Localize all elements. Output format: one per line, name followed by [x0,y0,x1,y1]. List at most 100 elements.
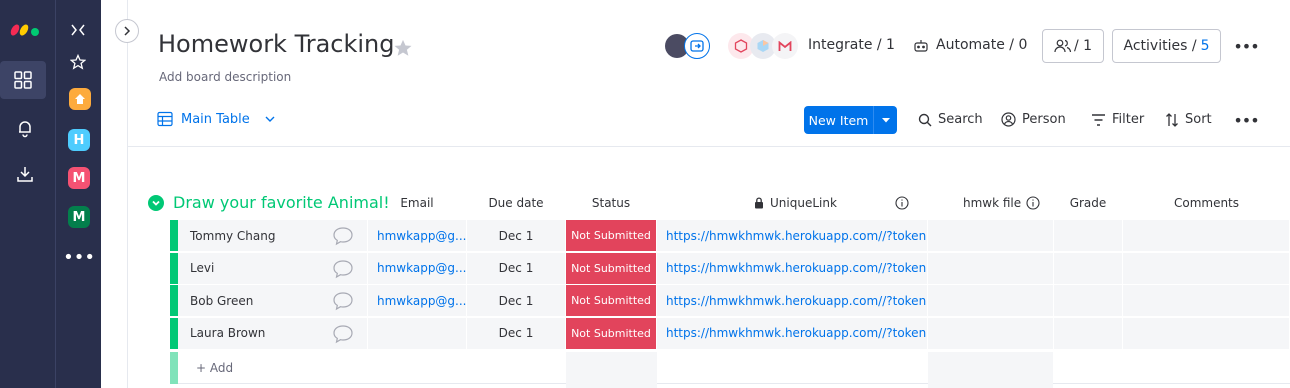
add-item-input[interactable]: + Add [196,361,233,375]
cell-grade[interactable] [1054,317,1123,350]
cell-email[interactable]: hmwkapp@g... [368,285,467,317]
cell-due[interactable]: Dec 1 [467,317,566,350]
cell-status[interactable]: Not Submitted [566,285,657,317]
board-description[interactable]: Add board description [159,70,291,84]
column-header-status[interactable]: Status [566,196,656,210]
toolbar-more-icon[interactable]: ••• [1233,110,1259,130]
info-icon[interactable] [895,196,909,210]
cell-email-value[interactable]: hmwkapp@g... [377,261,466,275]
cell-grade[interactable] [1054,220,1123,252]
collapse-rail-icon[interactable] [68,20,88,40]
info-icon[interactable] [1026,196,1040,210]
item-name[interactable]: Laura Brown [190,326,265,340]
cell-link[interactable]: https://hmwkhmwk.herokuapp.com//?token=4… [657,220,928,252]
cell-email[interactable]: hmwkapp@g... [368,252,467,285]
cell-link[interactable]: https://hmwkhmwk.herokuapp.com//?token=9… [657,317,928,350]
new-item-dropdown[interactable] [873,106,897,134]
cell-grade[interactable] [1054,285,1123,317]
integrate-button[interactable]: Integrate / 1 [808,37,895,53]
download-icon[interactable] [13,162,37,186]
cell-status[interactable]: Not Submitted [566,317,657,350]
cell-status-value: Not Submitted [571,229,651,242]
favorite-star-icon[interactable] [392,37,414,59]
cell-comments[interactable] [1123,252,1290,285]
table-row[interactable]: Laura Brown Dec 1 Not Submitted https://hmw… [170,317,1290,350]
cell-status[interactable]: Not Submitted [566,220,657,252]
chevron-down-icon[interactable] [264,113,276,125]
cell-email-value[interactable]: hmwkapp@g... [377,229,466,243]
cell-file[interactable] [928,317,1054,350]
group-title[interactable]: Draw your favorite Animal! [173,193,390,212]
search-icon [918,113,932,126]
table-row[interactable]: Levi hmwkapp@g... Dec 1 Not Submitted https:… [170,252,1290,285]
item-name[interactable]: Bob Green [190,294,253,308]
expand-sidebar-button[interactable] [115,19,139,43]
cell-link[interactable]: https://hmwkhmwk.herokuapp.com//?token=e… [657,285,928,317]
cell-link[interactable]: https://hmwkhmwk.herokuapp.com//?token=3… [657,252,928,285]
cell-name[interactable]: Bob Green [178,285,368,317]
person-label: Person [1022,112,1066,127]
cell-due[interactable]: Dec 1 [467,220,566,252]
board-title[interactable]: Homework Tracking [158,30,395,58]
sort-button[interactable]: Sort [1165,112,1212,127]
board-share-icon[interactable] [684,33,710,59]
favorites-star-icon[interactable] [68,52,88,72]
cell-name[interactable]: Tommy Chang [178,220,368,252]
monday-logo-icon[interactable] [10,18,42,38]
item-name[interactable]: Levi [190,261,214,275]
bell-icon[interactable] [13,116,37,140]
cell-file[interactable] [928,220,1054,252]
group-collapse-icon[interactable] [148,195,164,211]
comment-bubble-icon[interactable] [332,226,354,249]
cell-due[interactable]: Dec 1 [467,252,566,285]
cell-email[interactable]: hmwkapp@g... [368,220,467,252]
cell-file[interactable] [928,252,1054,285]
board-menu-icon[interactable]: ••• [1233,36,1259,56]
new-item-button[interactable]: New Item [804,106,897,134]
automate-button[interactable]: Automate / 0 [936,37,1027,53]
more-workspaces-icon[interactable]: ••• [63,247,95,268]
item-name[interactable]: Tommy Chang [190,229,276,243]
search-button[interactable]: Search [918,112,983,127]
board-left-gutter [101,0,128,388]
cell-comments[interactable] [1123,285,1290,317]
cell-email-value[interactable]: hmwkapp@g... [377,294,466,308]
main-table-tab[interactable]: Main Table [157,111,276,127]
grid-icon[interactable] [0,61,46,99]
cell-name[interactable]: Levi [178,252,368,285]
new-item-label[interactable]: New Item [804,106,873,134]
workspace-m-icon[interactable]: M [68,167,90,189]
cell-file[interactable] [928,285,1054,317]
workspace-home-icon[interactable] [69,88,91,110]
cell-grade[interactable] [1054,252,1123,285]
row-group-marker [170,220,178,252]
workspace-h-icon[interactable]: H [68,129,90,151]
cell-comments[interactable] [1123,317,1290,350]
cell-comments[interactable] [1123,220,1290,252]
filter-icon [1092,113,1105,126]
cell-link-value[interactable]: https://hmwkhmwk.herokuapp.com//?token=3… [666,261,927,275]
add-item-row[interactable]: + Add [170,352,1290,388]
person-filter-button[interactable]: Person [1001,112,1066,127]
table-row[interactable]: Tommy Chang hmwkapp@g... Dec 1 Not Submitte… [170,220,1290,252]
cell-email[interactable] [368,317,467,350]
cell-name[interactable]: Laura Brown [178,317,368,350]
cell-link-value[interactable]: https://hmwkhmwk.herokuapp.com//?token=e… [666,294,927,308]
gmail-icon[interactable] [772,33,798,59]
column-header-due-date[interactable]: Due date [467,196,565,210]
column-header-comments[interactable]: Comments [1123,196,1290,210]
cell-link-value[interactable]: https://hmwkhmwk.herokuapp.com//?token=4… [666,229,927,243]
column-header-email[interactable]: Email [368,196,466,210]
workspace-m-active-icon[interactable]: M [68,206,90,228]
comment-bubble-icon[interactable] [332,291,354,314]
filter-button[interactable]: Filter [1091,112,1144,127]
column-header-grade[interactable]: Grade [1054,196,1122,210]
table-row[interactable]: Bob Green hmwkapp@g... Dec 1 Not Submitted h… [170,285,1290,317]
cell-due[interactable]: Dec 1 [467,285,566,317]
activities-button[interactable]: Activities / 5 [1112,29,1221,63]
comment-bubble-icon[interactable] [332,324,354,347]
members-button[interactable]: / 1 [1042,29,1104,63]
cell-status[interactable]: Not Submitted [566,252,657,285]
comment-bubble-icon[interactable] [332,259,354,282]
cell-link-value[interactable]: https://hmwkhmwk.herokuapp.com//?token=9… [666,326,927,340]
